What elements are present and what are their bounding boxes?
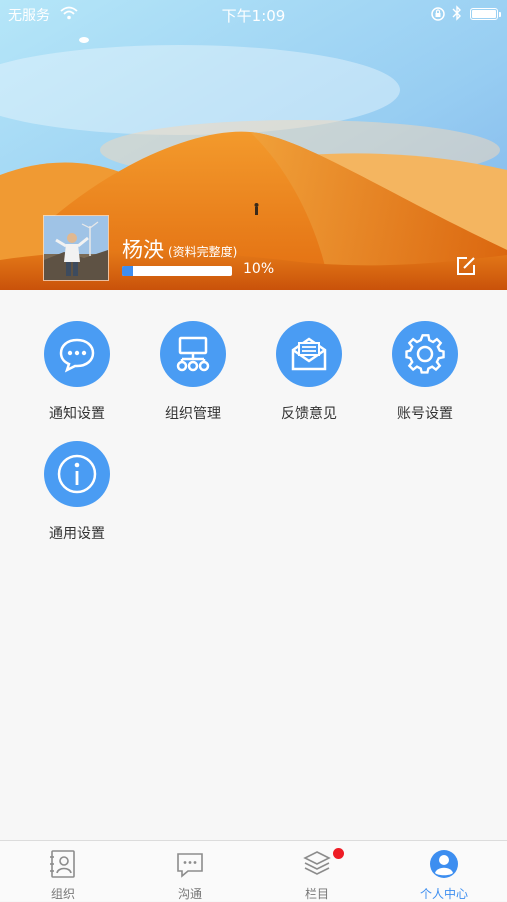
tab-columns[interactable]: 栏目 xyxy=(254,841,380,901)
menu-item-label: 反馈意见 xyxy=(281,406,337,422)
menu-item-org-management[interactable]: 组织管理 xyxy=(143,321,243,423)
org-chart-icon xyxy=(160,321,226,387)
menu-item-account-settings[interactable]: 账号设置 xyxy=(375,321,475,423)
edit-icon xyxy=(457,257,475,275)
completion-label: (资料完整度) xyxy=(168,245,238,259)
envelope-icon xyxy=(276,321,342,387)
menu-item-label: 账号设置 xyxy=(397,406,453,422)
layers-icon xyxy=(303,851,331,875)
menu-item-label: 通知设置 xyxy=(49,406,105,422)
message-icon xyxy=(177,853,203,878)
completion-progress-bar xyxy=(122,266,232,276)
tab-bar: 组织 沟通 栏目 个人中心 xyxy=(0,840,507,901)
profile-header: 无服务 下午1:09 杨泱 (资料完整度) 10% xyxy=(0,0,507,290)
battery-icon xyxy=(470,8,501,20)
avatar-photo xyxy=(44,216,108,280)
chat-bubble-icon xyxy=(44,321,110,387)
status-bar: 无服务 下午1:09 xyxy=(0,0,507,28)
menu-item-label: 通用设置 xyxy=(49,526,105,542)
menu-item-general-settings[interactable]: 通用设置 xyxy=(27,441,127,543)
menu-item-feedback[interactable]: 反馈意见 xyxy=(259,321,359,423)
info-icon xyxy=(44,441,110,507)
completion-percent: 10% xyxy=(243,261,275,277)
notification-badge xyxy=(333,848,344,859)
bluetooth-icon xyxy=(452,5,461,21)
tab-label: 个人中心 xyxy=(419,887,468,901)
completion-progress-fill xyxy=(122,266,133,276)
tab-personal-center[interactable]: 个人中心 xyxy=(381,841,507,901)
tab-label: 组织 xyxy=(50,887,75,901)
rotation-lock-icon xyxy=(431,7,445,21)
contacts-book-icon xyxy=(50,850,75,878)
tab-organization[interactable]: 组织 xyxy=(0,841,126,901)
edit-profile-button[interactable] xyxy=(455,255,477,277)
menu-item-label: 组织管理 xyxy=(165,406,221,422)
menu-item-notification-settings[interactable]: 通知设置 xyxy=(27,321,127,423)
person-icon xyxy=(430,850,458,878)
gear-icon xyxy=(392,321,458,387)
avatar[interactable] xyxy=(43,215,109,281)
tab-communication[interactable]: 沟通 xyxy=(127,841,253,901)
tab-label: 沟通 xyxy=(177,887,202,901)
user-name: 杨泱 xyxy=(122,238,164,262)
tab-label: 栏目 xyxy=(304,887,329,901)
